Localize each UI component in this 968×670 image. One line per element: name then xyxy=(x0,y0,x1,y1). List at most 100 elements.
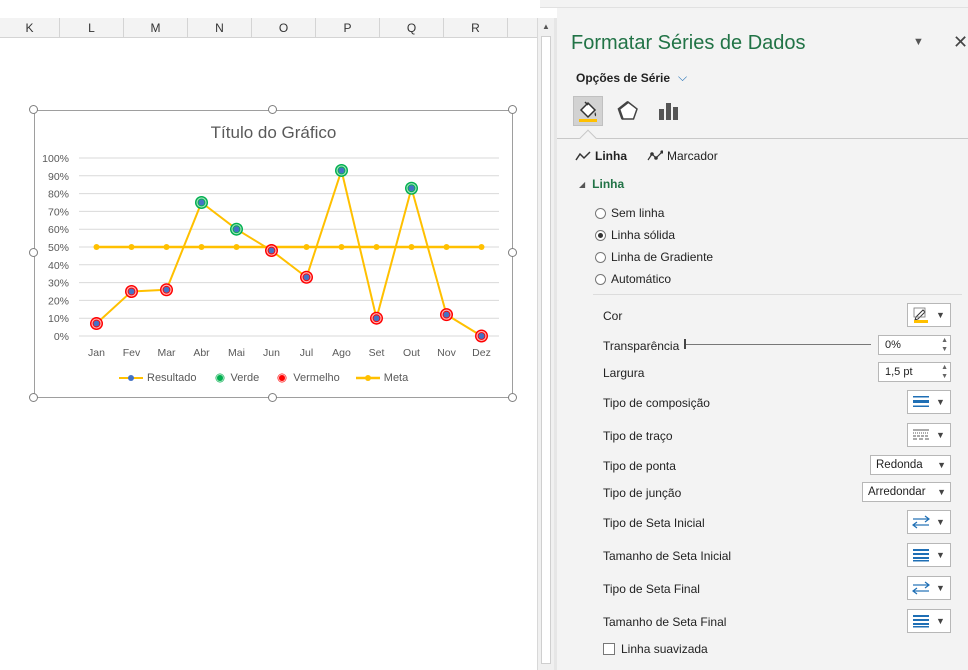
close-icon[interactable]: ✕ xyxy=(953,32,968,53)
section-linha-label: Linha xyxy=(592,177,625,191)
column-headers: K L M N O P Q R xyxy=(0,18,537,38)
x-tick-label: Ago xyxy=(332,347,351,359)
y-tick-label: 90% xyxy=(48,171,69,183)
legend-symbol-vermelho xyxy=(276,372,288,384)
x-tick-label: Jan xyxy=(88,347,105,359)
resize-handle-bottom-right[interactable] xyxy=(508,393,517,402)
radio-circle[interactable] xyxy=(595,229,606,241)
x-tick-label: Abr xyxy=(193,347,210,359)
scroll-up-arrow-icon[interactable]: ▲ xyxy=(540,21,552,33)
column-header-k[interactable]: K xyxy=(0,18,60,38)
resize-handle-top[interactable] xyxy=(268,105,277,114)
excel-window: K L M N O P Q R Título do Gráfico 100% 90… xyxy=(0,0,968,670)
radio-label: Automático xyxy=(611,272,672,286)
pentagon-icon xyxy=(617,101,638,120)
column-header-m[interactable]: M xyxy=(124,18,188,38)
transparency-slider-track[interactable] xyxy=(685,344,871,345)
column-header-q[interactable]: Q xyxy=(380,18,444,38)
series-line-resultado xyxy=(95,169,483,337)
width-label: Largura xyxy=(603,366,645,380)
join-type-select[interactable]: Arredondar ▼ xyxy=(862,482,951,502)
arrow-type-icon xyxy=(912,515,930,529)
resize-handle-right[interactable] xyxy=(508,248,517,257)
radio-circle[interactable] xyxy=(595,251,606,263)
dash-type-button[interactable]: ▼ xyxy=(907,423,951,447)
resize-handle-top-left[interactable] xyxy=(29,105,38,114)
x-tick-label: Set xyxy=(369,347,385,359)
spinner-arrows-icon[interactable]: ▲ ▼ xyxy=(941,336,948,354)
scrollbar-thumb[interactable] xyxy=(541,36,551,664)
series-options-dropdown[interactable]: Opções de Série ⌵ xyxy=(576,70,687,85)
begin-arrow-size-label: Tamanho de Seta Inicial xyxy=(603,549,732,563)
y-tick-label: 60% xyxy=(48,224,69,236)
x-tick-label: Mai xyxy=(228,347,245,359)
column-header-p[interactable]: P xyxy=(316,18,380,38)
radio-label: Sem linha xyxy=(611,206,665,220)
subtab-linha[interactable]: Linha xyxy=(575,149,627,163)
radio-sem-linha[interactable]: Sem linha xyxy=(595,206,664,220)
smooth-line-checkbox-row[interactable]: Linha suavizada xyxy=(603,642,708,656)
color-picker-button[interactable]: ▼ xyxy=(907,303,951,327)
column-header-r[interactable]: R xyxy=(444,18,508,38)
begin-arrow-type-button[interactable]: ▼ xyxy=(907,510,951,534)
column-header-o[interactable]: O xyxy=(252,18,316,38)
column-header-n[interactable]: N xyxy=(188,18,252,38)
resultado-marker xyxy=(443,311,450,318)
format-data-series-pane: Formatar Séries de Dados ▼ ✕ Opções de S… xyxy=(557,8,968,670)
meta-marker xyxy=(408,244,415,250)
resultado-marker xyxy=(408,185,415,192)
tab-fill-line[interactable] xyxy=(573,96,603,126)
subtab-marcador[interactable]: Marcador xyxy=(647,149,718,163)
transparency-spinner[interactable]: 0% ▲ ▼ xyxy=(878,335,951,355)
end-arrow-size-button[interactable]: ▼ xyxy=(907,609,951,633)
compound-type-button[interactable]: ▼ xyxy=(907,390,951,414)
chevron-down-icon: ▼ xyxy=(937,460,946,470)
radio-circle[interactable] xyxy=(595,207,606,219)
smooth-line-checkbox[interactable] xyxy=(603,643,615,655)
legend-item-resultado[interactable]: Resultado xyxy=(119,372,197,384)
legend-item-meta[interactable]: Meta xyxy=(355,372,408,384)
tab-series-options[interactable] xyxy=(653,96,683,126)
cap-type-select[interactable]: Redonda ▼ xyxy=(870,455,951,475)
cap-type-value: Redonda xyxy=(876,459,923,471)
subtab-marcador-label: Marcador xyxy=(667,149,718,163)
y-tick-label: 100% xyxy=(42,153,69,165)
resize-handle-top-right[interactable] xyxy=(508,105,517,114)
section-linha-header[interactable]: ◢ Linha xyxy=(579,177,624,191)
resize-handle-bottom[interactable] xyxy=(268,393,277,402)
pane-scrollbar[interactable] xyxy=(962,148,968,670)
transparency-slider-thumb[interactable] xyxy=(684,339,686,349)
legend-item-vermelho[interactable]: Vermelho xyxy=(275,372,340,384)
pane-separator xyxy=(557,138,968,139)
meta-marker xyxy=(373,244,380,250)
resultado-marker xyxy=(338,167,345,174)
radio-automatico[interactable]: Automático xyxy=(595,272,671,286)
radio-linha-gradiente[interactable]: Linha de Gradiente xyxy=(595,250,713,264)
meta-marker xyxy=(233,244,240,250)
pane-options-menu-icon[interactable]: ▼ xyxy=(913,36,924,48)
chevron-down-icon: ▼ xyxy=(936,616,945,626)
legend-item-verde[interactable]: Verde xyxy=(213,372,259,384)
chevron-down-icon: ▼ xyxy=(937,487,946,497)
chevron-down-icon: ▼ xyxy=(936,310,945,320)
resize-handle-left[interactable] xyxy=(29,248,38,257)
column-header-l[interactable]: L xyxy=(60,18,124,38)
radio-circle[interactable] xyxy=(595,273,606,285)
resultado-marker xyxy=(93,320,100,327)
end-arrow-type-button[interactable]: ▼ xyxy=(907,576,951,600)
arrow-size-icon xyxy=(913,615,929,628)
begin-arrow-size-button[interactable]: ▼ xyxy=(907,543,951,567)
width-value: 1,5 pt xyxy=(885,366,913,378)
meta-marker xyxy=(338,244,345,250)
chart-area[interactable]: Título do Gráfico 100% 90% 80% 70% 60% 50% 40%… xyxy=(34,110,513,398)
resize-handle-bottom-left[interactable] xyxy=(29,393,38,402)
spinner-arrows-icon[interactable]: ▲ ▼ xyxy=(941,363,948,381)
column-header-partial[interactable] xyxy=(508,18,537,38)
radio-linha-solida[interactable]: Linha sólida xyxy=(595,228,675,242)
tab-effects[interactable] xyxy=(613,96,643,126)
chart-legend[interactable]: Resultado Verde Vermelho Meta xyxy=(119,369,408,387)
worksheet-area[interactable]: K L M N O P Q R Título do Gráfico 100% 90… xyxy=(0,0,540,670)
plot-area[interactable]: 100% 90% 80% 70% 60% 50% 40% 30% 20% 10% 0% Jan Fev M… xyxy=(35,111,514,399)
width-spinner[interactable]: 1,5 pt ▲ ▼ xyxy=(878,362,951,382)
vertical-scrollbar[interactable]: ▲ xyxy=(537,18,554,670)
